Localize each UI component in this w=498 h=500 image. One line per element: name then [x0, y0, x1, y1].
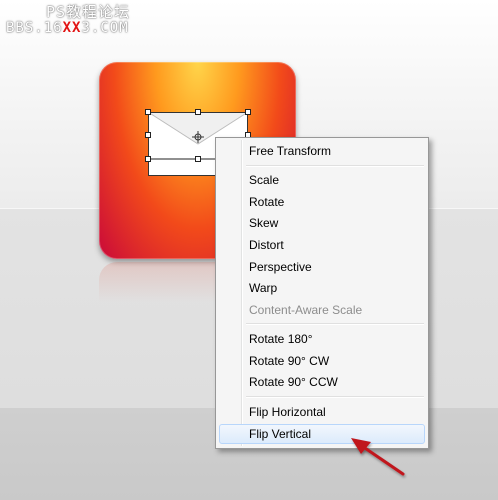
menu-item-rotate-90-cw[interactable]: Rotate 90° CW — [219, 351, 425, 371]
menu-item-free-transform[interactable]: Free Transform — [219, 141, 425, 161]
watermark-url-prefix: BBS.16 — [6, 19, 63, 36]
menu-item-rotate-180[interactable]: Rotate 180° — [219, 329, 425, 349]
menu-item-scale[interactable]: Scale — [219, 170, 425, 190]
transform-handle-top-right[interactable] — [245, 109, 251, 115]
menu-item-skew[interactable]: Skew — [219, 213, 425, 233]
menu-item-perspective[interactable]: Perspective — [219, 257, 425, 277]
menu-item-content-aware-scale: Content-Aware Scale — [249, 303, 363, 317]
transform-handle-top-left[interactable] — [145, 109, 151, 115]
transform-handle-bottom-center[interactable] — [195, 156, 201, 162]
transform-handle-top-center[interactable] — [195, 109, 201, 115]
menu-item-flip-horizontal[interactable]: Flip Horizontal — [219, 402, 425, 422]
reference-point-icon[interactable] — [192, 131, 204, 143]
menu-separator — [246, 396, 424, 398]
menu-item-warp[interactable]: Warp — [219, 278, 425, 298]
transform-context-menu: Free Transform Scale Rotate Skew Distort… — [215, 137, 429, 449]
menu-item-rotate-90-ccw[interactable]: Rotate 90° CCW — [219, 372, 425, 392]
menu-item-distort[interactable]: Distort — [219, 235, 425, 255]
transform-handle-bottom-left[interactable] — [145, 156, 151, 162]
menu-separator — [246, 323, 424, 325]
watermark-url-highlight: XX — [62, 19, 82, 36]
watermark-url-suffix: 3.COM — [81, 19, 129, 36]
red-pointer-arrow — [351, 438, 405, 476]
menu-separator — [246, 165, 424, 167]
watermark: PS教程论坛 BBS.16XX3.COM — [6, 4, 130, 36]
menu-item-rotate[interactable]: Rotate — [219, 192, 425, 212]
watermark-title: PS教程论坛 — [46, 3, 131, 21]
transform-handle-middle-left[interactable] — [145, 132, 151, 138]
watermark-url: BBS.16XX3.COM — [6, 19, 130, 36]
